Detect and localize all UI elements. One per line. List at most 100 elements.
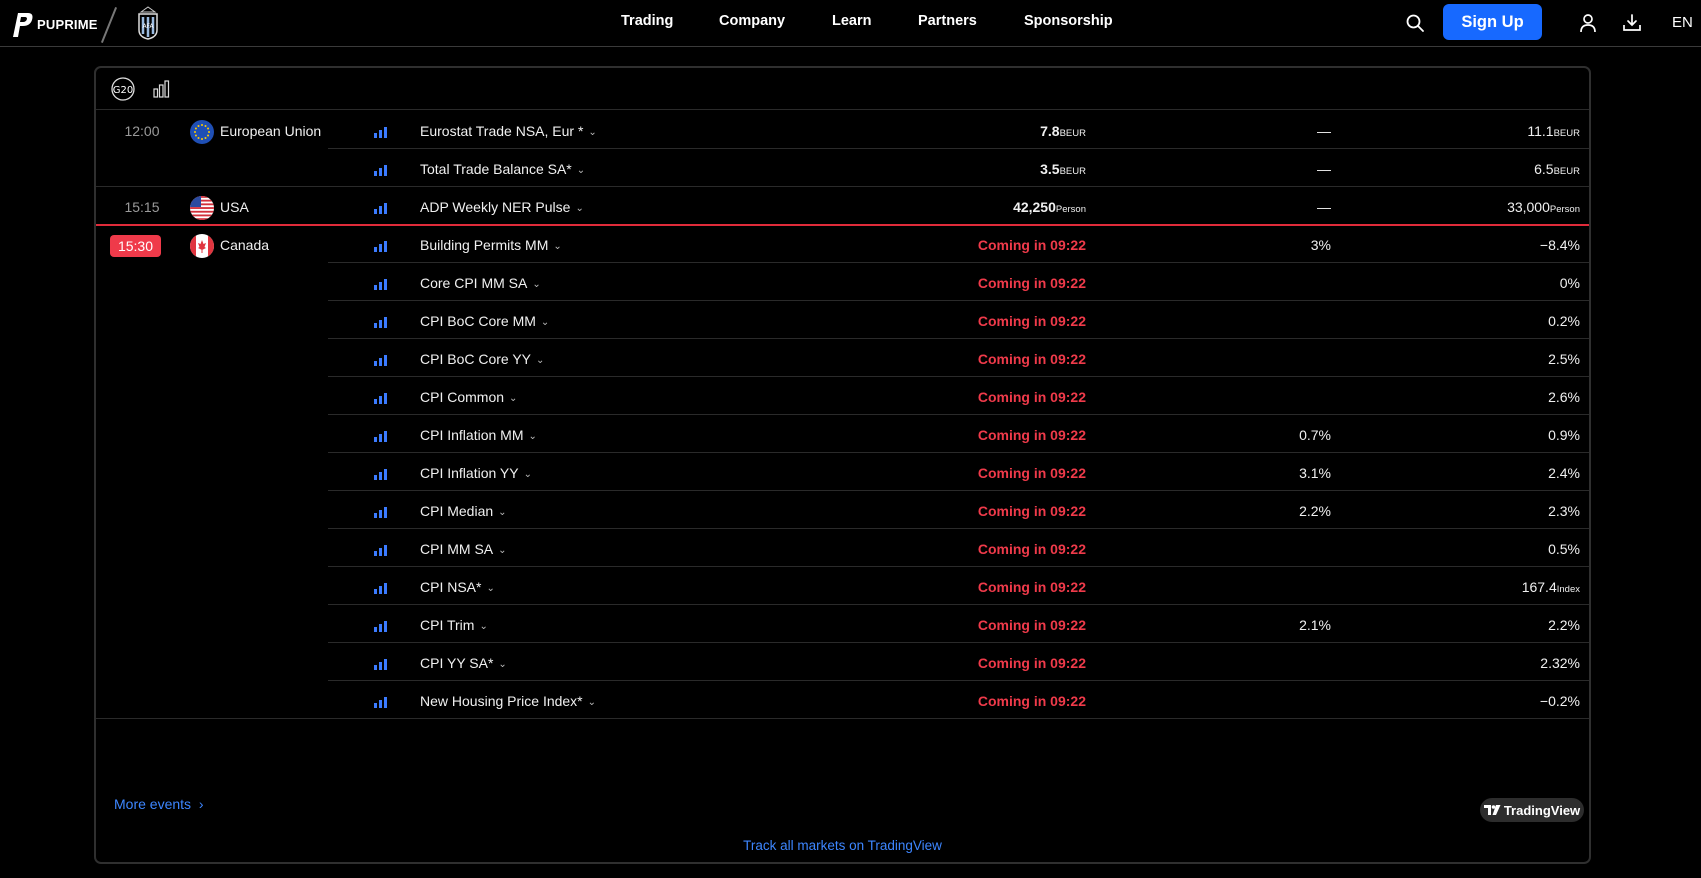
event-actual: Coming in 09:22 — [977, 351, 1086, 367]
more-events-link[interactable]: More events › — [114, 796, 204, 812]
event-prior: 0.2% — [1548, 313, 1580, 329]
usa-flag-icon — [190, 196, 214, 220]
event-row[interactable]: Core CPI MM SA ⌄ Coming in 09:22 0% — [96, 263, 1589, 301]
importance-icon — [374, 696, 387, 708]
event-title[interactable]: CPI MM SA ⌄ — [420, 541, 507, 557]
event-prior: 0% — [1559, 275, 1580, 291]
event-forecast: — — [1317, 199, 1331, 215]
current-time-marker — [96, 224, 1589, 226]
event-title[interactable]: CPI Common ⌄ — [420, 389, 517, 405]
puprime-logo-icon — [13, 13, 33, 37]
event-title[interactable]: Building Permits MM ⌄ — [420, 237, 562, 253]
event-row[interactable]: CPI Trim ⌄ Coming in 09:22 2.1% 2.2% — [96, 605, 1589, 643]
event-actual: Coming in 09:22 — [977, 237, 1086, 253]
chevron-down-icon: ⌄ — [540, 317, 550, 328]
event-title[interactable]: Total Trade Balance SA* ⌄ — [420, 161, 585, 177]
chevron-down-icon: ⌄ — [588, 127, 597, 138]
event-row[interactable]: CPI Inflation MM ⌄ Coming in 09:22 0.7% 0.9% — [96, 415, 1589, 453]
event-actual: Coming in 09:22 — [977, 389, 1086, 405]
event-title[interactable]: ADP Weekly NER Pulse ⌄ — [420, 199, 584, 215]
event-country: USA — [220, 199, 249, 215]
afa-crest-icon: AFA — [138, 6, 158, 40]
chevron-down-icon: ⌄ — [498, 545, 507, 556]
chevron-down-icon: ⌄ — [587, 697, 597, 708]
event-row[interactable]: CPI NSA* ⌄ Coming in 09:22 167.4Index — [96, 567, 1589, 605]
importance-icon — [374, 658, 387, 670]
download-icon[interactable] — [1621, 12, 1643, 34]
event-row[interactable]: CPI Inflation YY ⌄ Coming in 09:22 3.1% 2.4% — [96, 453, 1589, 491]
event-time: 12:00 — [124, 123, 160, 139]
user-icon[interactable] — [1577, 12, 1599, 34]
event-title[interactable]: New Housing Price Index* ⌄ — [420, 693, 596, 709]
event-row[interactable]: Total Trade Balance SA* ⌄ 3.5BEUR — 6.5BEUR — [96, 149, 1589, 187]
event-row[interactable]: 12:00 European Union Eurostat Trade NSA, E… — [96, 111, 1589, 149]
event-prior: 33,000Person — [1507, 199, 1580, 215]
event-row[interactable]: CPI BoC Core MM ⌄ Coming in 09:22 0.2% — [96, 301, 1589, 339]
event-prior: 2.32% — [1540, 655, 1580, 671]
event-title[interactable]: CPI BoC Core MM ⌄ — [420, 313, 549, 329]
event-title[interactable]: CPI Trim ⌄ — [420, 617, 488, 633]
event-title[interactable]: CPI Inflation YY ⌄ — [420, 465, 532, 481]
event-row[interactable]: 15:15 USA ADP Weekly NER Pulse ⌄ 42,250Perso… — [96, 187, 1589, 225]
sign-up-button[interactable]: Sign Up — [1443, 4, 1542, 40]
importance-icon — [374, 202, 387, 214]
eu-flag-icon — [190, 120, 214, 144]
row-divider — [96, 718, 1589, 719]
event-title[interactable]: Core CPI MM SA ⌄ — [420, 275, 541, 291]
importance-icon — [374, 240, 387, 252]
importance-icon — [374, 544, 387, 556]
tradingview-badge[interactable]: TradingView — [1480, 798, 1584, 822]
g20-filter-icon[interactable]: G20 — [110, 76, 136, 102]
event-row[interactable]: CPI YY SA* ⌄ Coming in 09:22 2.32% — [96, 643, 1589, 681]
event-row[interactable]: CPI Common ⌄ Coming in 09:22 2.6% — [96, 377, 1589, 415]
event-title[interactable]: CPI BoC Core YY ⌄ — [420, 351, 544, 367]
brand-logo[interactable]: PUPRIME — [10, 11, 98, 37]
event-forecast: — — [1317, 161, 1331, 177]
chevron-down-icon: ⌄ — [486, 583, 495, 594]
importance-icon — [374, 468, 387, 480]
event-title[interactable]: Eurostat Trade NSA, Eur * ⌄ — [420, 123, 597, 139]
event-prior: 167.4Index — [1521, 579, 1580, 595]
event-title[interactable]: CPI Inflation MM ⌄ — [420, 427, 537, 443]
nav-sponsorship[interactable]: Sponsorship — [1024, 13, 1113, 29]
event-prior: 0.5% — [1548, 541, 1580, 557]
brand-name: PUPRIME — [37, 16, 98, 32]
nav-partners[interactable]: Partners — [918, 13, 977, 29]
search-icon[interactable] — [1404, 12, 1426, 34]
event-forecast: 3.1% — [1299, 465, 1331, 481]
event-title[interactable]: CPI Median ⌄ — [420, 503, 507, 519]
chevron-down-icon: ⌄ — [536, 355, 545, 366]
chevron-down-icon: ⌄ — [532, 279, 541, 290]
importance-icon — [374, 430, 387, 442]
chevron-down-icon: ⌄ — [553, 241, 562, 252]
event-title[interactable]: CPI NSA* ⌄ — [420, 579, 495, 595]
importance-icon — [374, 392, 387, 404]
event-country: European Union — [220, 123, 322, 139]
importance-icon — [374, 506, 387, 518]
event-forecast: 3% — [1310, 237, 1331, 253]
top-nav: PUPRIME AFA Trading Company Learn Partne… — [0, 0, 1701, 47]
event-actual: Coming in 09:22 — [977, 655, 1086, 671]
nav-trading[interactable]: Trading — [621, 13, 673, 29]
nav-learn[interactable]: Learn — [832, 13, 872, 29]
economic-calendar-widget: G20 12:00 European Union Eurostat Trade NS… — [94, 66, 1591, 864]
event-row[interactable]: CPI BoC Core YY ⌄ Coming in 09:22 2.5% — [96, 339, 1589, 377]
event-prior: 2.4% — [1548, 465, 1580, 481]
importance-filter-icon[interactable] — [148, 76, 174, 102]
event-row[interactable]: 15:30 Canada Building Permits MM ⌄ Coming in… — [96, 224, 1589, 263]
event-title[interactable]: CPI YY SA* ⌄ — [420, 655, 507, 671]
event-actual: Coming in 09:22 — [977, 465, 1086, 481]
importance-icon — [374, 620, 387, 632]
track-markets-link[interactable]: Track all markets on TradingView — [96, 838, 1589, 853]
event-actual: 3.5BEUR — [1040, 161, 1086, 177]
event-prior: 2.3% — [1548, 503, 1580, 519]
language-selector[interactable]: EN — [1672, 14, 1693, 31]
event-prior: 2.5% — [1548, 351, 1580, 367]
event-prior: 0.9% — [1548, 427, 1580, 443]
event-prior: 6.5BEUR — [1534, 161, 1580, 177]
event-actual: Coming in 09:22 — [977, 503, 1086, 519]
event-row[interactable]: CPI Median ⌄ Coming in 09:22 2.2% 2.3% — [96, 491, 1589, 529]
event-row[interactable]: New Housing Price Index* ⌄ Coming in 09:22… — [96, 681, 1589, 719]
nav-company[interactable]: Company — [719, 13, 785, 29]
event-row[interactable]: CPI MM SA ⌄ Coming in 09:22 0.5% — [96, 529, 1589, 567]
